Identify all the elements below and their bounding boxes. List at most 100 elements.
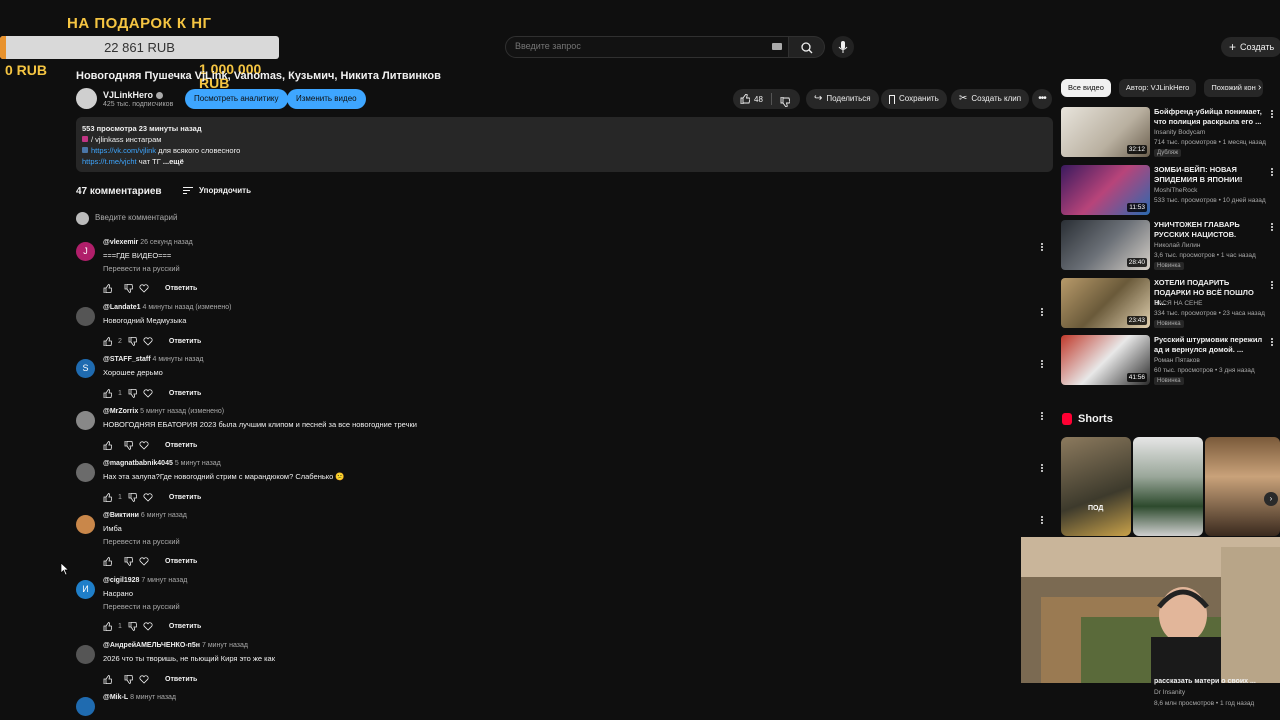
comment-time[interactable]: 6 минут назад (141, 512, 187, 519)
thumbs-down-icon[interactable] (128, 389, 137, 398)
dislike-button[interactable] (780, 94, 791, 112)
translate-link[interactable]: Перевести на русский (103, 602, 180, 611)
create-button[interactable]: + Создать (1221, 37, 1280, 57)
edit-video-button[interactable]: Изменить видео (287, 89, 366, 109)
comment-author[interactable]: @STAFF_staff (103, 356, 151, 363)
heart-icon[interactable] (139, 557, 149, 566)
comment-time[interactable]: 5 минут назад (175, 460, 221, 467)
reply-button[interactable]: Ответить (165, 558, 197, 565)
thumbs-up-icon[interactable] (103, 493, 112, 502)
thumbs-down-icon[interactable] (124, 675, 133, 684)
comment-avatar[interactable]: J (76, 242, 95, 261)
comment-avatar[interactable] (76, 463, 95, 482)
thumbs-up-icon[interactable] (103, 284, 112, 293)
reply-button[interactable]: Ответить (169, 390, 201, 397)
thumbs-up-icon[interactable] (103, 441, 112, 450)
comment-menu-button[interactable] (1038, 307, 1046, 319)
reply-button[interactable]: Ответить (165, 676, 197, 683)
add-comment-input[interactable]: Введите комментарий (95, 213, 177, 222)
reply-button[interactable]: Ответить (169, 494, 201, 501)
comment-time[interactable]: 26 секунд назад (140, 239, 193, 246)
recommendation-channel[interactable]: Николай Лилин (1154, 242, 1200, 249)
short-item[interactable]: ПОД (1061, 437, 1131, 536)
show-more-link[interactable]: ...ещё (163, 157, 184, 166)
recommendation-menu-button[interactable] (1268, 337, 1276, 347)
comment-avatar[interactable] (76, 307, 95, 326)
channel-name[interactable]: VJLinkHero (103, 90, 164, 100)
recommendation-title[interactable]: рассказать матери о своих ... (1154, 678, 1256, 685)
translate-link[interactable]: Перевести на русский (103, 264, 180, 273)
search-box[interactable] (505, 36, 789, 58)
thumbs-down-icon[interactable] (124, 284, 133, 293)
comment-time[interactable]: 5 минут назад (изменено) (140, 408, 224, 415)
heart-icon[interactable] (143, 622, 153, 631)
comment-author[interactable]: @Landate1 (103, 304, 141, 311)
comment-time[interactable]: 4 минуты назад (152, 356, 203, 363)
reply-button[interactable]: Ответить (165, 285, 197, 292)
recommendation-title[interactable]: ЗОМБИ-ВЕЙП: НОВАЯ ЭПИДЕМИЯ В ЯПОНИИ! (1154, 165, 1264, 185)
comment-avatar[interactable] (76, 515, 95, 534)
comment-avatar[interactable] (76, 411, 95, 430)
recommendation-thumbnail[interactable]: 11:53 (1061, 165, 1150, 215)
recommendation-thumbnail[interactable]: 32:12 (1061, 107, 1150, 157)
comment-avatar[interactable]: S (76, 359, 95, 378)
recommendation-channel[interactable]: Роман Пятаков (1154, 357, 1200, 364)
comment-menu-button[interactable] (1038, 463, 1046, 475)
recommendation-item[interactable]: 11:53 ЗОМБИ-ВЕЙП: НОВАЯ ЭПИДЕМИЯ В ЯПОНИИ… (1061, 165, 1280, 215)
thumbs-down-icon[interactable] (124, 557, 133, 566)
recommendation-title[interactable]: Русский штурмовик пережил ад и вернулся … (1154, 335, 1264, 355)
heart-icon[interactable] (139, 441, 149, 450)
share-button[interactable]: ↪ Поделиться (806, 89, 879, 109)
thumbs-down-icon[interactable] (124, 441, 133, 450)
thumbs-up-icon[interactable] (103, 622, 112, 631)
channel-avatar[interactable] (76, 88, 97, 109)
voice-search-button[interactable] (832, 36, 854, 58)
thumbs-down-icon[interactable] (128, 493, 137, 502)
thumbs-up-icon[interactable] (103, 337, 112, 346)
recommendation-title[interactable]: УНИЧТОЖЕН ГЛАВАРЬ РУССКИХ НАЦИСТОВ. (1154, 220, 1264, 240)
recommendation-menu-button[interactable] (1268, 167, 1276, 177)
reply-button[interactable]: Ответить (169, 338, 201, 345)
comment-author[interactable]: @АндрейАМЕЛЬЧЕНКО-п5н (103, 642, 200, 649)
heart-icon[interactable] (143, 337, 153, 346)
thumbs-up-icon[interactable] (103, 389, 112, 398)
chip-related[interactable]: Похожий кон (1204, 79, 1263, 97)
video-description[interactable]: 553 просмотра 23 минуты назад / vjlinkas… (76, 117, 1053, 172)
comment-menu-button[interactable] (1038, 411, 1046, 423)
thumbs-down-icon[interactable] (128, 622, 137, 631)
comment-menu-button[interactable] (1038, 515, 1046, 527)
comment-author[interactable]: @vlexemir (103, 239, 138, 246)
search-button[interactable] (789, 36, 825, 58)
thumbs-down-icon[interactable] (128, 337, 137, 346)
clip-button[interactable]: ✂ Создать клип (951, 89, 1030, 109)
thumbs-up-icon[interactable] (103, 557, 112, 566)
recommendation-menu-button[interactable] (1268, 222, 1276, 232)
chip-all-videos[interactable]: Все видео (1061, 79, 1111, 97)
vk-link[interactable]: https://vk.com/vjlink (91, 146, 156, 155)
reply-button[interactable]: Ответить (165, 442, 197, 449)
like-button[interactable]: 48 (740, 89, 763, 109)
heart-icon[interactable] (139, 675, 149, 684)
recommendation-item[interactable]: 32:12 Бойфренд-убийца понимает, что полиц… (1061, 107, 1280, 157)
comment-time[interactable]: 4 минуты назад (изменено) (143, 304, 232, 311)
recommendation-menu-button[interactable] (1268, 109, 1276, 119)
comment-avatar[interactable] (76, 645, 95, 664)
heart-icon[interactable] (143, 389, 153, 398)
analytics-button[interactable]: Посмотреть аналитику (185, 89, 288, 109)
recommendation-item[interactable]: 23:43 ХОТЕЛИ ПОДАРИТЬ ПОДАРКИ НО ВСЁ ПОШЛ… (1061, 278, 1280, 328)
recommendation-thumbnail[interactable]: 28:40 (1061, 220, 1150, 270)
comment-menu-button[interactable] (1038, 242, 1046, 254)
comment-author[interactable]: @MrZorrix (103, 408, 138, 415)
sort-button[interactable]: Упорядочить (183, 186, 251, 195)
short-item[interactable] (1133, 437, 1203, 536)
thumbs-up-icon[interactable] (103, 675, 112, 684)
more-actions-button[interactable]: ••• (1032, 89, 1052, 109)
recommendation-item[interactable]: 41:56 Русский штурмовик пережил ад и верн… (1061, 335, 1280, 385)
comment-time[interactable]: 7 минут назад (141, 577, 187, 584)
comment-author[interactable]: @Виктини (103, 512, 139, 519)
heart-icon[interactable] (139, 284, 149, 293)
heart-icon[interactable] (143, 493, 153, 502)
comment-time[interactable]: 7 минут назад (202, 642, 248, 649)
recommendation-thumbnail[interactable]: 23:43 (1061, 278, 1150, 328)
comment-menu-button[interactable] (1038, 359, 1046, 371)
